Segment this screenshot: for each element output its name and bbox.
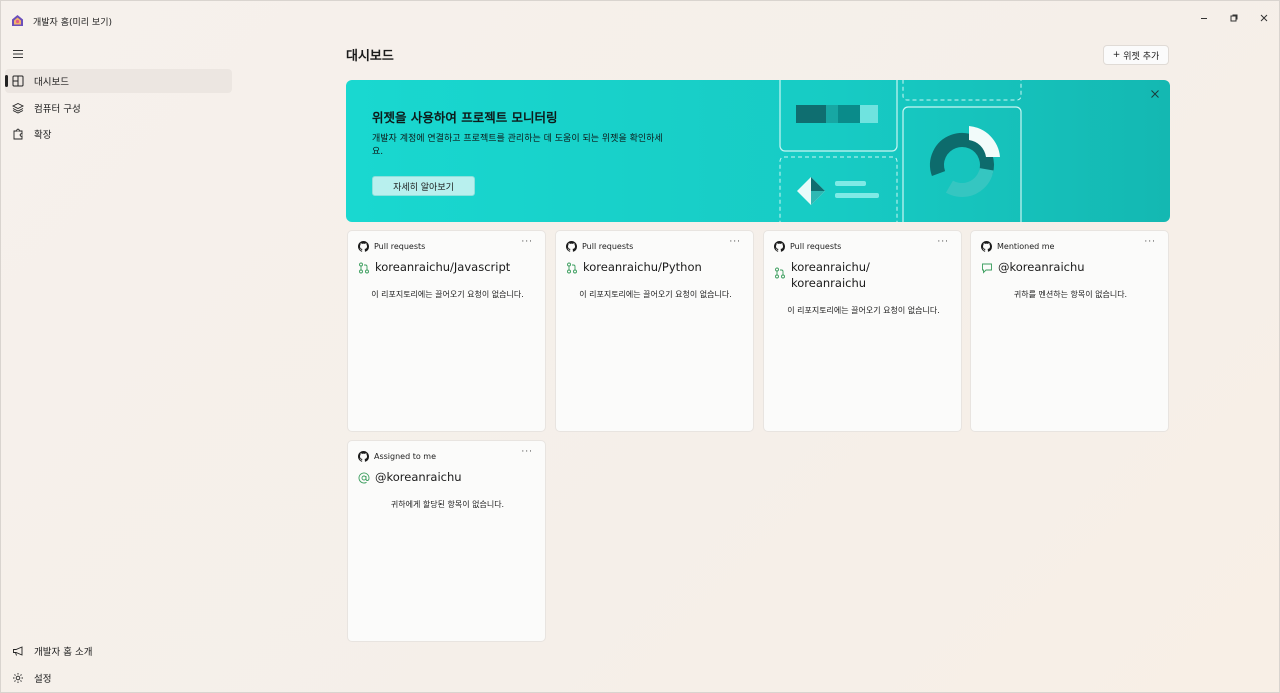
gear-icon	[13, 673, 23, 683]
at-icon	[358, 472, 370, 484]
widget-header: Mentioned me	[981, 240, 1054, 252]
widget-header-label: Pull requests	[582, 241, 634, 251]
add-widget-button[interactable]: + 위젯 추가	[1103, 45, 1169, 65]
sidebar-item-label: 설정	[34, 674, 52, 685]
widget-header-label: Mentioned me	[997, 241, 1055, 251]
add-widget-label: 위젯 추가	[1123, 51, 1160, 62]
plus-icon: +	[1112, 50, 1121, 60]
comment-icon	[982, 263, 992, 274]
widget-more-button[interactable]: ···	[937, 237, 949, 247]
github-icon	[358, 240, 369, 252]
empty-state-text: 귀하에게 할당된 항목이 없습니다.	[390, 500, 505, 509]
pull-requests-widget: Pull requests ··· koreanraichu/ koreanra…	[763, 230, 962, 432]
widget-header: Assigned to me	[358, 450, 436, 462]
pull-request-icon	[775, 267, 785, 279]
close-icon	[1260, 14, 1268, 22]
widget-header: Pull requests	[774, 240, 841, 252]
page-title: 대시보드	[346, 49, 394, 64]
sidebar-item-label: 대시보드	[34, 77, 69, 88]
widget-header: Pull requests	[566, 240, 633, 252]
pull-request-icon	[567, 262, 577, 274]
sidebar-item-label: 컴퓨터 구성	[34, 104, 81, 115]
repo-name[interactable]: koreanraichu/ koreanraichu	[791, 259, 894, 291]
title-bar: 개발자 홈(미리 보기)	[1, 1, 1280, 37]
sidebar-item-label: 확장	[34, 130, 52, 141]
empty-state-text: 이 리포지토리에는 끌어오기 요청이 없습니다.	[579, 290, 732, 299]
minimize-icon	[1201, 18, 1207, 19]
widget-more-button[interactable]: ···	[521, 447, 533, 457]
repo-name[interactable]: koreanraichu/Javascript	[375, 259, 510, 275]
github-icon	[566, 240, 577, 252]
minimize-button[interactable]	[1187, 9, 1221, 27]
close-button[interactable]	[1247, 9, 1280, 27]
learn-more-button[interactable]: 자세히 알아보기	[372, 176, 475, 196]
restore-button[interactable]	[1217, 9, 1251, 27]
layers-icon	[12, 102, 24, 114]
sidebar-item-extensions[interactable]: 확장	[5, 122, 232, 146]
sidebar-item-machine-config[interactable]: 컴퓨터 구성	[5, 96, 232, 120]
widget-header-label: Pull requests	[374, 241, 426, 251]
pull-request-icon	[359, 262, 369, 274]
github-icon	[358, 450, 369, 462]
widget-more-button[interactable]: ···	[729, 237, 741, 247]
widget-header-label: Assigned to me	[374, 451, 437, 461]
dashboard-icon	[12, 75, 24, 87]
mentioned-me-widget: Mentioned me ··· @koreanraichu 귀하를 멘션하는 …	[970, 230, 1169, 432]
assigned-to-me-widget: Assigned to me ··· @koreanraichu 귀하에게 할당…	[347, 440, 546, 642]
empty-state-text: 이 리포지토리에는 끌어오기 요청이 없습니다.	[787, 306, 940, 315]
widget-more-button[interactable]: ···	[521, 237, 533, 247]
sidebar-item-about[interactable]: 개발자 홈 소개	[5, 639, 232, 663]
banner-title: 위젯을 사용하여 프로젝트 모니터링	[372, 110, 558, 125]
empty-state-text: 이 리포지토리에는 끌어오기 요청이 없습니다.	[371, 290, 524, 299]
app-title: 개발자 홈(미리 보기)	[33, 18, 112, 28]
github-icon	[774, 240, 785, 252]
sidebar-item-dashboard[interactable]: 대시보드	[5, 69, 232, 93]
hamburger-menu-icon[interactable]	[11, 47, 25, 61]
widget-header-label: Pull requests	[790, 241, 842, 251]
repo-name[interactable]: koreanraichu/Python	[583, 259, 702, 275]
pull-requests-widget: Pull requests ··· koreanraichu/Javascrip…	[347, 230, 546, 432]
github-icon	[981, 240, 992, 252]
widgets-info-banner: 위젯을 사용하여 프로젝트 모니터링 개발자 계정에 연결하고 프로젝트를 관리…	[346, 80, 1170, 222]
widget-header: Pull requests	[358, 240, 425, 252]
megaphone-icon	[13, 646, 23, 656]
dev-home-app-icon	[12, 15, 23, 26]
banner-close-icon[interactable]	[1149, 88, 1161, 100]
user-handle[interactable]: @koreanraichu	[375, 469, 462, 485]
active-indicator	[5, 75, 8, 87]
puzzle-icon	[13, 128, 23, 140]
widget-more-button[interactable]: ···	[1144, 237, 1156, 247]
sidebar-item-settings[interactable]: 설정	[5, 666, 232, 690]
banner-description: 개발자 계정에 연결하고 프로젝트를 관리하는 데 도움이 되는 위젯을 확인하…	[372, 134, 663, 157]
app-window: 개발자 홈(미리 보기) 대시보드 컴퓨터 구성 확장 개발자 홈 소개 설정 …	[0, 0, 1280, 693]
empty-state-text: 귀하를 멘션하는 항목이 없습니다.	[1013, 290, 1128, 299]
pull-requests-widget: Pull requests ··· koreanraichu/Python 이 …	[555, 230, 754, 432]
banner-illustration	[779, 80, 1022, 222]
restore-icon	[1230, 14, 1238, 22]
sidebar-item-label: 개발자 홈 소개	[34, 647, 93, 658]
user-handle[interactable]: @koreanraichu	[998, 259, 1085, 275]
